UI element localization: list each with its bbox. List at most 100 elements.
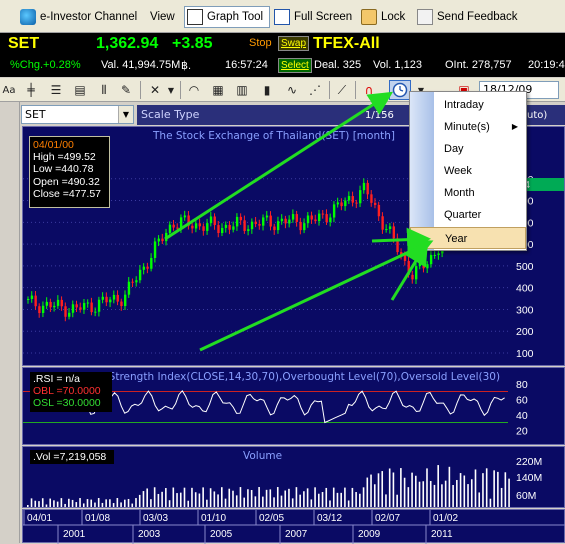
volume-bar	[168, 500, 171, 507]
chevron-down-icon[interactable]: ▼	[118, 106, 133, 123]
hline-icon[interactable]: ☰	[47, 81, 65, 99]
candle-body	[310, 215, 313, 220]
volume-bar	[124, 499, 126, 507]
year-label: 2001	[63, 529, 86, 540]
candle-body	[228, 224, 231, 230]
pct-change: %Chg.+0.28%	[10, 59, 81, 71]
volume-bar	[340, 492, 342, 507]
bars-icon[interactable]: ▮	[258, 81, 276, 99]
candle-body	[142, 266, 146, 270]
candle-body	[370, 194, 373, 203]
tfex-symbol: TFEX-All	[313, 35, 380, 52]
volume-bar	[467, 484, 469, 507]
volume-bar	[336, 492, 339, 507]
candle-body	[27, 298, 30, 300]
volume-bar	[30, 498, 33, 507]
volume-bar	[295, 487, 298, 507]
arc-icon[interactable]: ◠	[185, 81, 203, 99]
menu-e-investor-channel[interactable]: e-Investor Channel	[20, 6, 137, 28]
menu-send-feedback[interactable]: Send Feedback	[417, 6, 518, 28]
volume-bar	[176, 493, 178, 507]
month-label: 02/07	[375, 513, 400, 524]
candle-body	[94, 311, 97, 313]
volume-bar	[262, 496, 264, 507]
main-menubar: e-Investor Channel View Graph Tool Full …	[0, 0, 565, 33]
candle-body	[97, 299, 101, 312]
volume-bar	[116, 498, 119, 507]
volume-bar	[56, 501, 59, 507]
volume-bar	[86, 499, 89, 507]
candle-body	[415, 266, 418, 280]
volume-bar	[347, 500, 350, 507]
channel-icon[interactable]: ⫴	[95, 81, 113, 99]
candle-body	[388, 226, 392, 230]
volume-bar	[400, 468, 402, 507]
menu-item-month[interactable]: Month	[410, 182, 526, 204]
candle-body	[325, 214, 328, 223]
menu-graph-tool[interactable]: Graph Tool	[184, 6, 271, 28]
volume-bar	[183, 487, 186, 507]
period-button[interactable]	[389, 80, 411, 100]
info-close: Close =477.57	[33, 187, 102, 200]
select-button[interactable]: Select	[278, 58, 312, 73]
menu-lock[interactable]: Lock	[361, 6, 405, 28]
volume-bar	[355, 492, 357, 507]
menu-item-quarter[interactable]: Quarter	[410, 204, 526, 226]
volume-bar	[359, 493, 361, 507]
swap-button[interactable]: Swap	[278, 36, 310, 51]
candle-body	[400, 252, 403, 256]
menu-full-screen[interactable]: Full Screen	[274, 6, 352, 28]
candle-body	[187, 215, 190, 226]
menu-item-day[interactable]: Day	[410, 138, 526, 160]
volume-bar	[191, 487, 193, 507]
month-label: 02/05	[259, 513, 284, 524]
volume-bar	[247, 489, 249, 507]
stop-label: Stop	[249, 37, 272, 49]
volume-bar	[27, 505, 29, 507]
trend-icon[interactable]: ⟋	[333, 81, 351, 99]
candle-body	[194, 223, 198, 229]
volume-bar	[332, 487, 335, 507]
menu-item-week[interactable]: Week	[410, 160, 526, 182]
volume-bar	[146, 488, 148, 507]
volume-bar	[459, 473, 462, 507]
menu-item-label: Day	[444, 143, 464, 155]
volume-bar	[142, 491, 145, 507]
volume-bar	[373, 484, 376, 507]
wave-icon[interactable]: ∿	[283, 81, 301, 99]
grid-icon[interactable]: ▦	[209, 81, 227, 99]
volume-bar	[243, 497, 245, 507]
tfex-deal: Deal. 325	[314, 59, 362, 71]
candle-body	[60, 299, 63, 307]
candle-body	[101, 296, 105, 300]
date-axis: 04/01 01/08 03/03 01/10 02/05 03/12 02/07 01/02…	[22, 509, 565, 544]
menu-item-minutes[interactable]: Minute(s) ▶	[410, 116, 526, 138]
menu-item-year[interactable]: Year	[410, 227, 526, 249]
pen-icon[interactable]: ✎	[117, 81, 135, 99]
candle-body	[332, 204, 336, 218]
fan-icon[interactable]: ⋰	[306, 81, 324, 99]
fibonacci-icon[interactable]: ▤	[71, 81, 89, 99]
dropdown-icon[interactable]: ▼	[162, 81, 180, 99]
volume-bar	[273, 497, 275, 507]
symbol-select[interactable]: SET ▼	[21, 105, 134, 124]
candle-body	[426, 264, 429, 269]
font-button[interactable]: Aa	[0, 81, 18, 99]
menu-label: e-Investor Channel	[40, 11, 138, 23]
rsi-line	[66, 389, 505, 424]
magnet-icon[interactable]: ∩	[360, 81, 378, 99]
candle-body	[299, 221, 302, 231]
candle-body	[265, 215, 269, 218]
candle-body	[344, 200, 347, 207]
volume-bar	[415, 475, 417, 507]
volume-bar	[138, 494, 141, 507]
candle-body	[407, 260, 410, 275]
info-open: Open =490.32	[33, 175, 100, 188]
candle-body	[116, 294, 119, 302]
menu-view[interactable]: View	[150, 6, 175, 28]
volume-bar	[441, 484, 443, 507]
scale-value: 1/156	[365, 110, 394, 121]
table-icon[interactable]: ▥	[233, 81, 251, 99]
draw-line-icon[interactable]: ╪	[22, 81, 40, 99]
menu-item-intraday[interactable]: Intraday	[410, 94, 526, 116]
